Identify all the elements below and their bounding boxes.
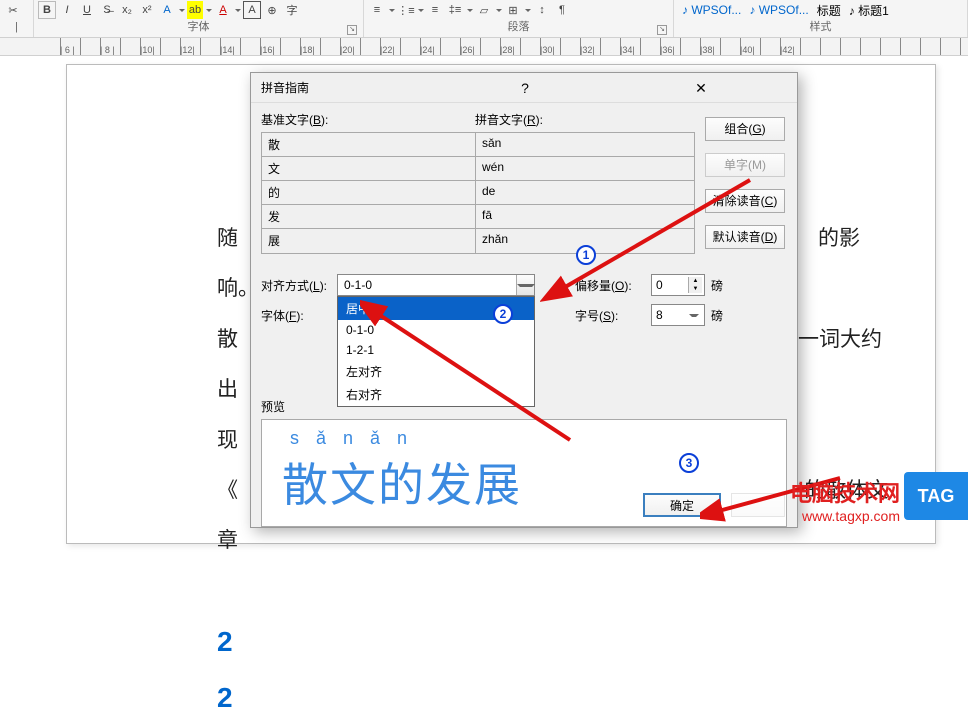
align-left-button[interactable]: ≡: [426, 1, 444, 19]
heading-number-a: 2: [217, 626, 895, 658]
font-dialog-launcher[interactable]: ↘: [347, 25, 357, 35]
underline-button[interactable]: U: [78, 1, 96, 19]
base-cell[interactable]: 散: [262, 133, 476, 156]
tag-badge: TAG: [904, 472, 968, 520]
callout-1: 1: [576, 245, 596, 265]
enclose-char-button[interactable]: 字: [283, 1, 301, 19]
dialog-title: 拼音指南: [261, 79, 437, 96]
borders-button[interactable]: ⊞: [504, 1, 522, 19]
paragraph-group-label: 段落: [508, 21, 530, 33]
base-cell[interactable]: 发: [262, 205, 476, 228]
ok-button[interactable]: 确定: [643, 493, 721, 517]
alignment-value: 0-1-0: [338, 278, 516, 292]
font-label: 字体(F):: [261, 307, 337, 324]
watermark-url: www.tagxp.com: [790, 508, 900, 524]
callout-2: 2: [493, 304, 513, 324]
combine-button[interactable]: 组合(G): [705, 117, 785, 141]
base-cell[interactable]: 的: [262, 181, 476, 204]
style-wps2[interactable]: ♪ WPSOf...: [749, 3, 808, 17]
watermark: 电脑技术网 www.tagxp.com: [790, 476, 900, 524]
sort-button[interactable]: ↕: [533, 1, 551, 19]
size-label: 字号(S):: [575, 307, 651, 324]
font-color-button[interactable]: A: [214, 1, 232, 19]
cancel-button-partial[interactable]: [731, 493, 785, 517]
alignment-combo[interactable]: 0-1-0: [337, 274, 535, 296]
highlight-button[interactable]: ab: [187, 1, 203, 19]
close-button[interactable]: ✕: [613, 77, 789, 99]
offset-input[interactable]: 0 ▲▼: [651, 274, 705, 296]
italic-button[interactable]: I: [58, 1, 76, 19]
style-wps1[interactable]: ♪ WPSOf...: [682, 3, 741, 17]
base-text-label: 基准文字(B):: [261, 111, 475, 128]
ribbon: ✂ | B I U S̶ x₂ x² A ab A A ⊕ 字 字体↘ ≡ ⋮≡…: [0, 0, 968, 38]
strike-button[interactable]: S̶: [98, 1, 116, 19]
single-char-button: 单字(M): [705, 153, 785, 177]
style-title1[interactable]: ♪ 标题1: [849, 2, 889, 19]
ruby-cell[interactable]: sǎn: [476, 133, 694, 156]
alignment-dropdown-button[interactable]: [516, 275, 534, 295]
watermark-title: 电脑技术网: [790, 476, 900, 508]
bold-button[interactable]: B: [38, 1, 56, 19]
spin-up-icon[interactable]: ▲: [688, 277, 702, 285]
show-marks-button[interactable]: ¶: [553, 1, 571, 19]
line-spacing-button[interactable]: ‡≡: [446, 1, 464, 19]
subscript-button[interactable]: x₂: [118, 1, 136, 19]
superscript-button[interactable]: x²: [138, 1, 156, 19]
doc-line2-left: 散: [217, 327, 238, 351]
offset-value: 0: [654, 278, 688, 292]
shading-button[interactable]: ▱: [475, 1, 493, 19]
heading-number-b: 2: [217, 682, 895, 714]
spin-down-icon[interactable]: ▼: [688, 285, 702, 293]
base-cell[interactable]: 展: [262, 229, 476, 253]
default-reading-button[interactable]: 默认读音(D): [705, 225, 785, 249]
ruby-cell[interactable]: fā: [476, 205, 694, 228]
font-color-a[interactable]: A: [158, 1, 176, 19]
ruby-cell[interactable]: wén: [476, 157, 694, 180]
alignment-option-121[interactable]: 1-2-1: [338, 340, 534, 360]
help-button[interactable]: ?: [437, 77, 613, 99]
char-shading-button[interactable]: ⊕: [263, 1, 281, 19]
size-dropdown-button[interactable]: [688, 308, 702, 322]
doc-line1-left: 随: [217, 226, 238, 250]
horizontal-ruler[interactable]: | 6 || 8 ||10||12||14||16||18||20||22||2…: [0, 38, 968, 56]
phonetic-guide-dialog: 拼音指南 ? ✕ 基准文字(B): 拼音文字(R): 散sǎn 文wén 的de…: [250, 72, 798, 528]
doc-line4-left: 《: [217, 478, 238, 502]
style-title[interactable]: 标题: [817, 2, 841, 19]
size-unit: 磅: [711, 307, 723, 324]
doc-line3-left: 现: [217, 428, 238, 452]
ruby-table: 散sǎn 文wén 的de 发fā 展zhǎn: [261, 132, 695, 254]
ruby-cell[interactable]: de: [476, 181, 694, 204]
callout-3: 3: [679, 453, 699, 473]
clear-reading-button[interactable]: 清除读音(C): [705, 189, 785, 213]
size-value: 8: [654, 308, 688, 322]
numbering-button[interactable]: ⋮≡: [397, 1, 415, 19]
alignment-option-left[interactable]: 左对齐: [338, 360, 534, 383]
dialog-titlebar[interactable]: 拼音指南 ? ✕: [251, 73, 797, 103]
alignment-option-right[interactable]: 右对齐: [338, 383, 534, 406]
offset-unit: 磅: [711, 277, 723, 294]
alignment-label: 对齐方式(L):: [261, 277, 337, 294]
preview-pinyin: s ǎ n ǎ n: [282, 428, 766, 449]
styles-group-label: 样式: [810, 21, 832, 33]
base-cell[interactable]: 文: [262, 157, 476, 180]
font-group-label: 字体: [188, 21, 210, 33]
size-input[interactable]: 8: [651, 304, 705, 326]
format-painter-icon[interactable]: ✂: [4, 1, 22, 19]
bullets-button[interactable]: ≡: [368, 1, 386, 19]
offset-label: 偏移量(O):: [575, 277, 651, 294]
doc-line5-left: 章: [217, 528, 238, 552]
char-border-button[interactable]: A: [243, 1, 261, 19]
paragraph-dialog-launcher[interactable]: ↘: [657, 25, 667, 35]
ruby-text-label: 拼音文字(R):: [475, 111, 695, 128]
